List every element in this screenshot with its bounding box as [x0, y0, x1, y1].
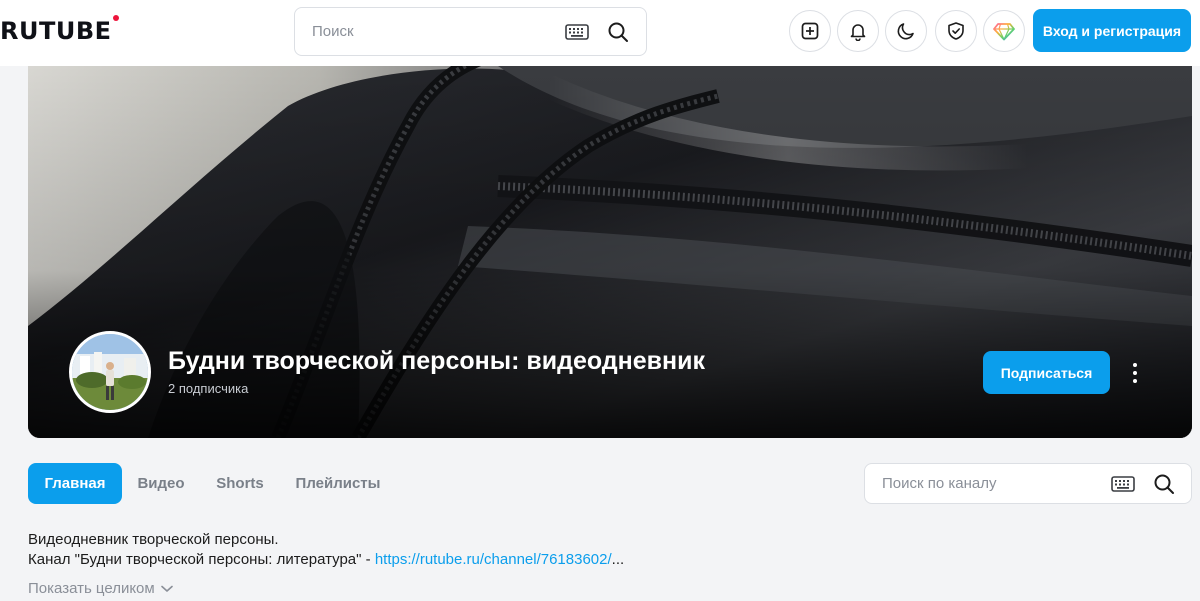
search-icon[interactable]: [606, 20, 630, 44]
description-link[interactable]: https://rutube.ru/channel/76183602/: [375, 551, 612, 568]
subscriber-count: 2 подписчика: [168, 381, 249, 396]
channel-avatar[interactable]: [69, 331, 151, 413]
channel-banner: Будни творческой персоны: видеодневник 2…: [28, 66, 1192, 438]
description-line-2: Канал "Будни творческой персоны: литерат…: [28, 551, 624, 568]
login-button[interactable]: Вход и регистрация: [1033, 9, 1191, 52]
logo-text: RUTUBE: [0, 17, 112, 45]
channel-search-box: [864, 463, 1192, 504]
description-ellipsis: ...: [611, 551, 625, 568]
search-box: [294, 7, 647, 56]
chevron-down-icon: [160, 585, 173, 592]
more-dot-icon: [1133, 363, 1137, 367]
show-more-button[interactable]: Показать целиком: [28, 580, 173, 597]
top-header: RUTUBE Поиск Вход и регистрация: [0, 0, 1200, 66]
tab-playlists[interactable]: Плейлисты: [288, 463, 388, 504]
channel-title: Будни творческой персоны: видеодневник: [168, 347, 706, 375]
description-line-1: Видеодневник творческой персоны.: [28, 531, 279, 548]
avatar-image: [72, 334, 148, 410]
tab-main[interactable]: Главная: [28, 463, 122, 504]
notifications-button[interactable]: [837, 10, 879, 52]
description-text: Канал "Будни творческой персоны: литерат…: [28, 551, 375, 568]
tab-shorts[interactable]: Shorts: [206, 463, 274, 504]
more-dot-icon: [1133, 379, 1137, 383]
rutube-logo[interactable]: RUTUBE: [0, 15, 119, 47]
bell-icon: [850, 24, 866, 41]
keyboard-icon[interactable]: [565, 22, 589, 42]
more-dot-icon: [1133, 371, 1137, 375]
add-video-icon: [801, 22, 819, 40]
show-more-label: Показать целиком: [28, 580, 155, 597]
premium-diamond-icon: [993, 23, 1015, 41]
channel-search-input[interactable]: [882, 464, 1102, 503]
add-video-button[interactable]: [789, 10, 831, 52]
parental-control-button[interactable]: [935, 10, 977, 52]
logo-dot: [112, 15, 119, 21]
keyboard-icon[interactable]: [1111, 474, 1135, 494]
search-input[interactable]: [312, 8, 542, 55]
theme-toggle-button[interactable]: [885, 10, 927, 52]
tab-video[interactable]: Видео: [128, 463, 194, 504]
subscribe-button[interactable]: Подписаться: [983, 351, 1110, 394]
shield-icon: [948, 22, 964, 40]
premium-button[interactable]: [983, 10, 1025, 52]
more-options-button[interactable]: [1122, 356, 1148, 390]
moon-icon: [897, 23, 914, 40]
search-icon[interactable]: [1152, 472, 1176, 496]
